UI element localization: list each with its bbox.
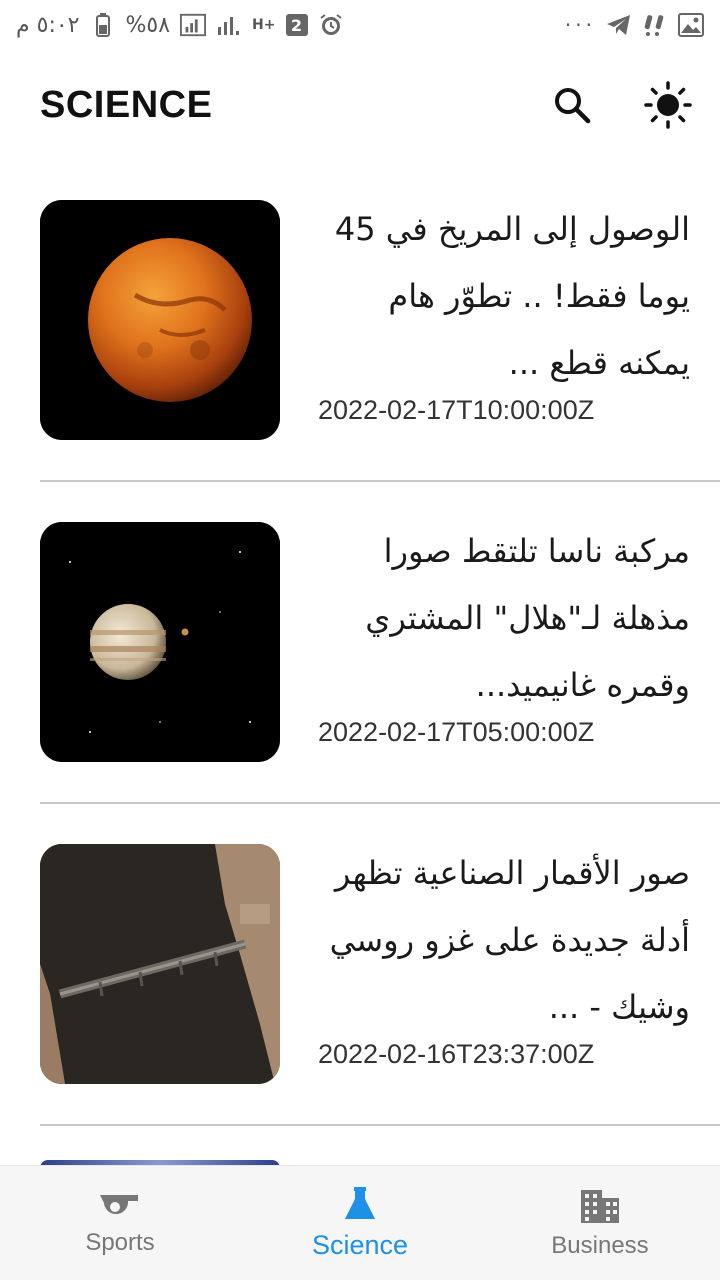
telegram-icon [606, 12, 632, 38]
status-right: ··· [565, 12, 704, 38]
signal-icon [180, 12, 207, 38]
building-icon [581, 1190, 619, 1223]
more-icon: ··· [564, 13, 596, 37]
status-time: ٥:٠٢ م [16, 12, 80, 38]
whistle-icon [100, 1195, 138, 1215]
search-icon [555, 88, 591, 124]
nav-label-sports: Sports [85, 1229, 155, 1256]
nav-label-science: Science [311, 1229, 409, 1260]
network-type: H+ [252, 17, 276, 33]
article-title: مركبة ناسا تلتقط صورا مذهلة لـ"هلال" الم… [365, 532, 690, 704]
nav-item-sports[interactable]: Sports [0, 1166, 240, 1280]
article-date: 2022-02-16T23:37:00Z [318, 1039, 595, 1069]
nav-item-business[interactable]: Business [480, 1166, 720, 1280]
article-date: 2022-02-17T10:00:00Z [318, 395, 595, 425]
status-left: ٥:٠٢ م %٥٨ H+ 2 [16, 12, 344, 38]
battery-percent: %٥٨ [125, 12, 171, 38]
status-bar: ٥:٠٢ م %٥٨ H+ 2 ··· [0, 0, 720, 50]
article-title: الوصول إلى المريخ في 45 يوما فقط! .. تطو… [334, 210, 690, 382]
search-button[interactable] [544, 77, 600, 133]
article-thumbnail-satellite-bridge [40, 844, 280, 1084]
notification-icon [642, 12, 668, 38]
article-date: 2022-02-17T05:00:00Z [318, 717, 595, 747]
brightness-icon [644, 81, 692, 129]
page-title: SCIENCE [40, 83, 213, 126]
bottom-navigation: Sports Science Business [0, 1165, 720, 1280]
image-icon [678, 12, 704, 38]
article-thumbnail-jupiter [40, 522, 280, 762]
battery-icon [90, 12, 116, 38]
news-list-item[interactable]: مركبة ناسا تلتقط صورا مذهلة لـ"هلال" الم… [40, 482, 720, 804]
app-actions [544, 77, 696, 133]
app-bar: SCIENCE [0, 50, 720, 160]
alarm-icon [318, 12, 344, 38]
news-list: الوصول إلى المريخ في 45 يوما فقط! .. تطو… [0, 160, 720, 1126]
article-title: صور الأقمار الصناعية تظهر أدلة جديدة على… [329, 854, 690, 1026]
news-list-item[interactable]: صور الأقمار الصناعية تظهر أدلة جديدة على… [40, 804, 720, 1126]
news-list-item[interactable]: الوصول إلى المريخ في 45 يوما فقط! .. تطو… [40, 160, 720, 482]
signal-icon-2 [216, 12, 242, 38]
nav-label-business: Business [551, 1232, 649, 1259]
article-text: صور الأقمار الصناعية تظهر أدلة جديدة على… [318, 840, 690, 1070]
article-thumbnail-mars [40, 200, 280, 440]
flask-icon [345, 1186, 375, 1219]
article-text: الوصول إلى المريخ في 45 يوما فقط! .. تطو… [318, 196, 690, 426]
theme-toggle-button[interactable] [640, 77, 696, 133]
article-text: مركبة ناسا تلتقط صورا مذهلة لـ"هلال" الم… [318, 518, 690, 748]
nav-item-science[interactable]: Science [240, 1166, 480, 1280]
sim-badge: 2 [285, 14, 308, 36]
